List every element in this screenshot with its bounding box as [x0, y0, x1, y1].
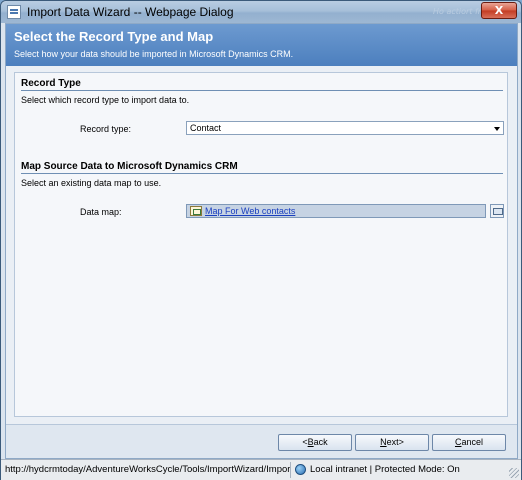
chevron-down-icon — [494, 127, 500, 131]
status-bar: http://hydcrmtoday/AdventureWorksCycle/T… — [1, 459, 521, 480]
data-map-link[interactable]: Map For Web contacts — [205, 206, 295, 216]
record-type-select[interactable]: Contact — [186, 121, 504, 135]
data-map-label: Data map: — [80, 207, 122, 217]
wizard-footer: <Back Next> Cancel — [6, 424, 517, 458]
record-type-heading: Record Type — [21, 78, 81, 89]
section-divider — [21, 173, 503, 174]
dialog-icon — [7, 5, 21, 19]
security-zone: Local intranet | Protected Mode: On — [310, 464, 460, 475]
record-type-description: Select which record type to import data … — [21, 95, 190, 105]
window-title: Import Data Wizard -- Webpage Dialog — [27, 5, 234, 19]
dialog-window: Import Data Wizard -- Webpage Dialog Ho … — [0, 0, 522, 480]
back-rest: ack — [313, 437, 328, 447]
title-bar: Import Data Wizard -- Webpage Dialog Ho … — [1, 1, 521, 23]
data-map-lookup[interactable]: Map For Web contacts — [186, 204, 486, 218]
page-title: Select the Record Type and Map — [14, 29, 214, 44]
resize-grip[interactable] — [509, 468, 519, 478]
page-subtitle: Select how your data should be imported … — [14, 49, 294, 59]
globe-icon — [295, 464, 306, 475]
dialog-content: Select the Record Type and Map Select ho… — [5, 23, 518, 459]
background-ghost-text: Ho actiort fry — [433, 7, 486, 16]
record-type-label: Record type: — [80, 124, 132, 134]
record-type-value: Contact — [190, 123, 222, 133]
wizard-header: Select the Record Type and Map Select ho… — [6, 24, 517, 66]
next-rest: ext> — [386, 437, 404, 447]
close-button[interactable]: X — [481, 2, 517, 19]
next-button[interactable]: Next> — [355, 434, 429, 451]
data-map-icon — [190, 206, 202, 216]
lookup-icon[interactable] — [490, 204, 504, 218]
map-description: Select an existing data map to use. — [21, 178, 162, 188]
cancel-button[interactable]: Cancel — [432, 434, 506, 451]
status-divider — [290, 462, 291, 478]
back-button[interactable]: <Back — [278, 434, 352, 451]
map-heading: Map Source Data to Microsoft Dynamics CR… — [21, 161, 238, 172]
section-divider — [21, 90, 503, 91]
wizard-panel: Record Type Select which record type to … — [14, 72, 508, 417]
cancel-rest: ancel — [461, 437, 483, 447]
status-url: http://hydcrmtoday/AdventureWorksCycle/T… — [5, 464, 291, 475]
